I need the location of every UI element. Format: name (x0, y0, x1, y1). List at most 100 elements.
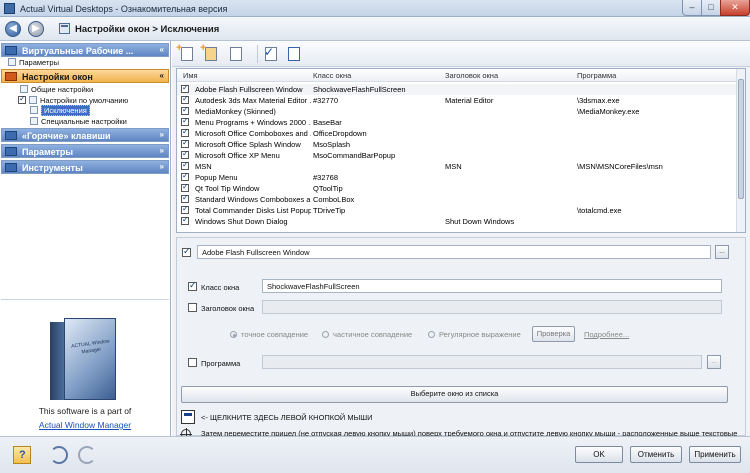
row-checkbox[interactable] (181, 116, 189, 126)
expand-chevron-icon[interactable]: » (160, 162, 164, 171)
default-settings-checkbox[interactable] (18, 94, 26, 104)
name-browse-button[interactable]: ... (715, 245, 729, 259)
help-icon[interactable] (13, 446, 31, 464)
row-checkbox[interactable] (181, 215, 189, 225)
program-checkbox[interactable] (188, 358, 197, 367)
table-row[interactable]: Menu Programs + Windows 2000 ...BaseBar (177, 116, 737, 128)
add-from-window-icon[interactable]: + (200, 42, 220, 63)
navigation-bar: ◀ ▶ Настройки окон > Исключения (0, 17, 750, 41)
column-header-name[interactable]: Имя (183, 71, 198, 80)
sidebar-item-exclusions[interactable]: Исключения (30, 105, 90, 116)
copy-icon[interactable] (227, 45, 245, 63)
cell-class: BaseBar (313, 118, 342, 127)
collapse-chevron-icon[interactable]: « (160, 71, 164, 80)
cell-class: ComboLBox (313, 195, 355, 204)
add-icon[interactable]: + (176, 42, 196, 63)
row-checkbox[interactable] (181, 204, 189, 214)
row-checkbox[interactable] (181, 94, 189, 104)
cell-name: Standard Windows Comboboxes a... (195, 195, 311, 204)
expand-chevron-icon[interactable]: » (160, 130, 164, 139)
app-icon (4, 3, 15, 14)
table-row[interactable]: Total Commander Disks List PopupTDriveTi… (177, 204, 737, 216)
table-row[interactable]: MSN MSN \MSN\MSNCoreFiles\msn (177, 160, 737, 172)
row-checkbox[interactable] (181, 105, 189, 115)
apply-button[interactable]: Применить (689, 446, 741, 463)
window-picker-icon[interactable] (181, 410, 195, 424)
select-window-button[interactable]: Выберите окно из списка (181, 386, 728, 403)
ok-button[interactable]: OK (575, 446, 623, 463)
check-regex-button[interactable]: Проверка (532, 326, 575, 342)
cell-name: Microsoft Office Splash Window (195, 140, 301, 149)
cancel-button[interactable]: Отменить (630, 446, 682, 463)
group-tools[interactable]: Инструменты » (1, 160, 169, 174)
cell-name: Microsoft Office Comboboxes and ... (195, 129, 311, 138)
title-checkbox[interactable] (188, 303, 197, 312)
close-button[interactable]: ✕ (720, 0, 750, 16)
match-exact-radio[interactable] (230, 331, 237, 338)
keyboard-icon (5, 131, 17, 140)
product-box-label: ACTUAL Window Manager (70, 338, 111, 356)
table-row[interactable]: Autodesk 3ds Max Material Editor ...#327… (177, 94, 737, 106)
minimize-button[interactable]: – (682, 0, 702, 16)
group-options[interactable]: Параметры » (1, 144, 169, 158)
parameters-icon (8, 58, 16, 66)
title-label: Заголовок окна (201, 304, 255, 313)
more-info-link[interactable]: Подробнее... (584, 330, 629, 339)
match-partial-label: частичное совпадение (333, 330, 413, 339)
row-checkbox[interactable] (181, 182, 189, 192)
match-regex-radio[interactable] (428, 331, 435, 338)
match-partial-radio[interactable] (322, 331, 329, 338)
column-header-title[interactable]: Заголовок окна (445, 71, 498, 80)
undo-icon[interactable] (50, 446, 68, 464)
row-checkbox[interactable] (181, 83, 189, 93)
group-hotkeys[interactable]: «Горячие» клавиши » (1, 128, 169, 142)
cell-name: Adobe Flash Fullscreen Window (195, 85, 303, 94)
class-field[interactable]: ShockwaveFlashFullScreen (262, 279, 722, 293)
title-field[interactable] (262, 300, 722, 314)
program-field[interactable] (262, 355, 702, 369)
sidebar: Виртуальные Рабочие ... « Параметры Наст… (0, 41, 171, 436)
table-row[interactable]: Standard Windows Comboboxes a...ComboLBo… (177, 193, 737, 205)
program-browse-button[interactable]: ... (707, 355, 721, 369)
table-row[interactable]: MediaMonkey (Skinned) \MediaMonkey.exe (177, 105, 737, 117)
collapse-chevron-icon[interactable]: « (160, 45, 164, 54)
scrollbar-thumb[interactable] (738, 79, 744, 199)
redo-icon[interactable] (78, 446, 96, 464)
sidebar-item-general-settings[interactable]: Общие настройки (20, 85, 93, 94)
class-checkbox[interactable] (188, 280, 197, 291)
tools-icon (5, 163, 17, 172)
name-field[interactable]: Adobe Flash Fullscreen Window (197, 245, 711, 259)
row-checkbox[interactable] (181, 149, 189, 159)
row-checkbox[interactable] (181, 171, 189, 181)
row-checkbox[interactable] (181, 138, 189, 148)
promo-link[interactable]: Actual Window Manager (1, 420, 169, 430)
back-arrow-icon[interactable]: ◀ (5, 21, 21, 37)
row-checkbox[interactable] (181, 193, 189, 203)
table-scrollbar[interactable] (736, 69, 745, 232)
sidebar-item-default-settings[interactable]: Настройки по умолчанию (18, 94, 128, 105)
column-header-program[interactable]: Программа (577, 71, 616, 80)
group-virtual-desktops[interactable]: Виртуальные Рабочие ... « (1, 43, 169, 57)
check-all-icon[interactable]: ✓ (262, 45, 280, 63)
table-row[interactable]: Qt Tool Tip Window QToolTip (177, 182, 737, 194)
forward-arrow-icon[interactable]: ▶ (28, 21, 44, 37)
group-window-settings[interactable]: Настройки окон « (1, 69, 169, 83)
cell-name: Menu Programs + Windows 2000 ... (195, 118, 311, 127)
duplicate-icon[interactable] (285, 45, 303, 63)
sidebar-item-parameters[interactable]: Параметры (8, 58, 59, 67)
cell-title: Shut Down Windows (445, 217, 515, 226)
cell-name: MSN (195, 162, 212, 171)
table-row[interactable]: Microsoft Office Comboboxes and ...Offic… (177, 127, 737, 139)
sidebar-item-special-settings[interactable]: Специальные настройки (30, 117, 127, 126)
row-checkbox[interactable] (181, 127, 189, 137)
column-header-class[interactable]: Класс окна (313, 71, 351, 80)
maximize-button[interactable]: □ (701, 0, 721, 16)
table-row[interactable]: Windows Shut Down Dialog Shut Down Window… (177, 215, 737, 227)
table-row[interactable]: Adobe Flash Fullscreen Window ShockwaveFl… (177, 83, 737, 95)
row-checkbox[interactable] (181, 160, 189, 170)
table-row[interactable]: Popup Menu #32768 (177, 171, 737, 183)
expand-chevron-icon[interactable]: » (160, 146, 164, 155)
table-row[interactable]: Microsoft Office Splash Window MsoSplash (177, 138, 737, 150)
table-row[interactable]: Microsoft Office XP Menu MsoCommandBarPop… (177, 149, 737, 161)
enabled-checkbox[interactable] (182, 246, 191, 257)
